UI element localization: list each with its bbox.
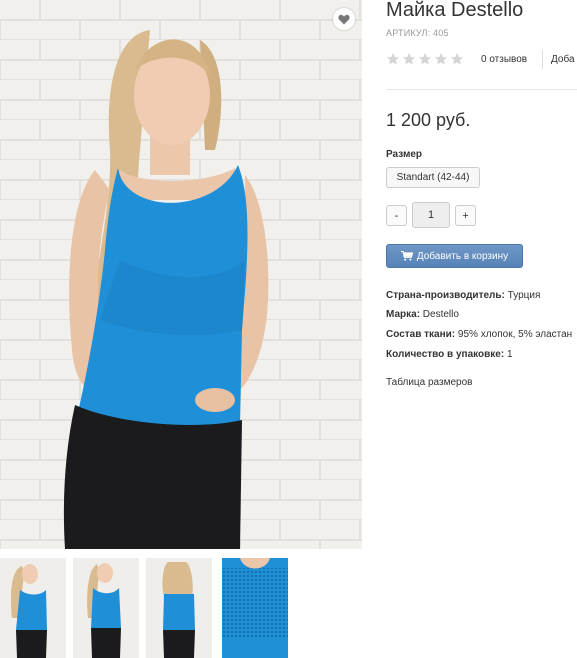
product-image (0, 0, 362, 549)
cart-icon (400, 251, 413, 261)
thumbnail-2[interactable] (73, 558, 139, 658)
product-price: 1 200 руб. (386, 110, 471, 130)
attribute-country: Страна-производитель: Турция (386, 290, 541, 301)
main-product-photo[interactable] (0, 0, 362, 549)
thumbnail-strip (0, 558, 362, 658)
attribute-brand: Марка: Destello (386, 309, 459, 320)
reviews-link[interactable]: 0 отзывов (481, 54, 527, 65)
divider (542, 50, 543, 69)
size-table-link[interactable]: Таблица размеров (386, 377, 472, 388)
heart-icon (338, 14, 350, 24)
quantity-input[interactable] (412, 202, 450, 228)
add-to-cart-label: Добавить в корзину (416, 250, 509, 262)
star-icon (403, 53, 415, 65)
thumbnail-1[interactable] (0, 558, 66, 658)
add-to-cart-button[interactable]: Добавить в корзину (386, 244, 523, 268)
thumbnail-4[interactable] (222, 558, 288, 658)
star-icon (451, 53, 463, 65)
favorite-button[interactable] (333, 8, 355, 30)
star-icon (435, 53, 447, 65)
attribute-fabric: Состав ткани: 95% хлопок, 5% эластан (386, 329, 573, 340)
quantity-plus-button[interactable]: + (455, 205, 476, 226)
product-title: Майка Destello (386, 0, 524, 21)
product-sku: АРТИКУЛ: 405 (386, 28, 449, 38)
star-icon (387, 53, 399, 65)
size-label: Размер (386, 149, 423, 160)
quantity-minus-button[interactable]: - (386, 205, 407, 226)
add-review-link[interactable]: Доба (551, 54, 575, 65)
size-option-button[interactable]: Standart (42-44) (386, 167, 480, 188)
attribute-pack-quantity: Количество в упаковке: 1 (386, 349, 513, 360)
star-icon (419, 53, 431, 65)
rating-stars[interactable] (386, 52, 464, 66)
divider (386, 89, 577, 90)
thumbnail-3[interactable] (146, 558, 212, 658)
